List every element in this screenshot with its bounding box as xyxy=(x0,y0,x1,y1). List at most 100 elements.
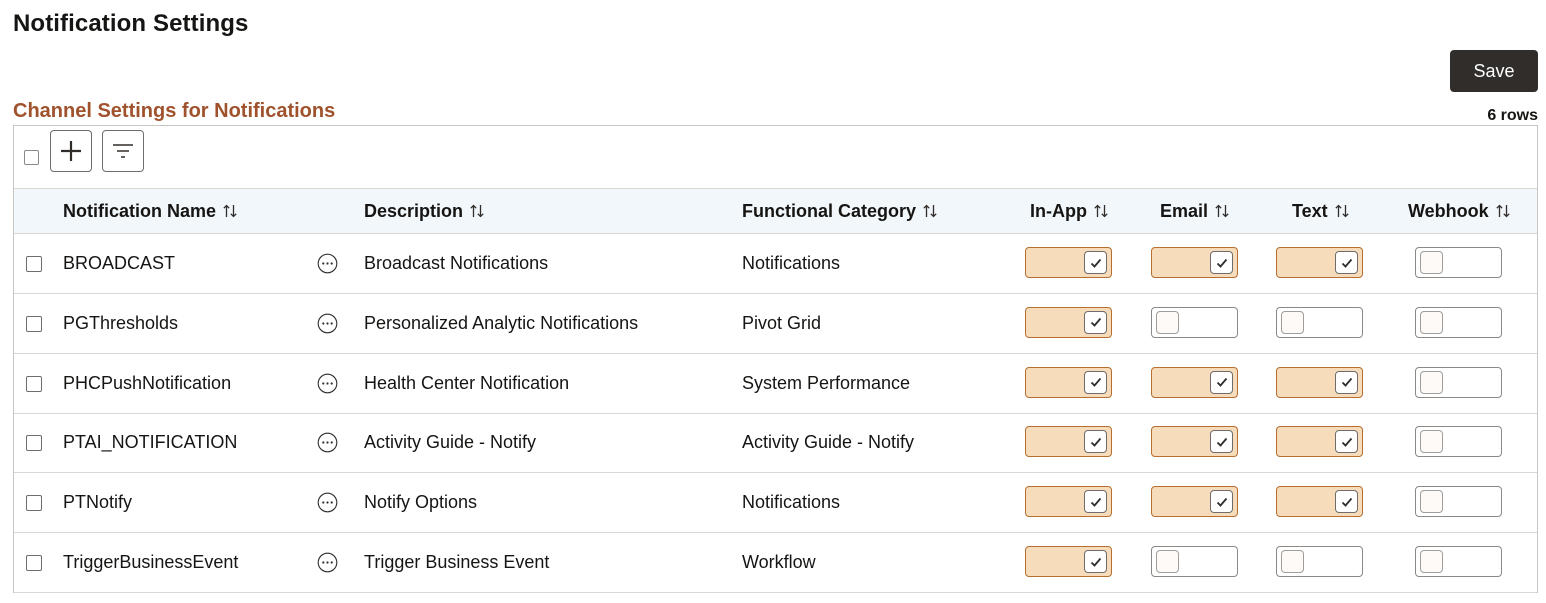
checkmark-icon xyxy=(1084,370,1107,394)
in-app-toggle[interactable] xyxy=(1025,247,1112,278)
functional-category-cell: Notifications xyxy=(742,492,841,513)
checkmark-icon xyxy=(1084,310,1107,334)
more-options-icon[interactable] xyxy=(317,313,338,334)
email-toggle[interactable] xyxy=(1151,247,1238,278)
in-app-toggle[interactable] xyxy=(1025,306,1112,338)
select-all-checkbox[interactable] xyxy=(24,150,39,165)
table-row: PTAI_NOTIFICATION Activity Guide - Notify… xyxy=(14,413,1537,474)
column-header-label: Description xyxy=(364,200,464,221)
in-app-toggle[interactable] xyxy=(1025,546,1112,577)
grid-header-row: Notification Name Description Functional C… xyxy=(14,188,1537,234)
text-toggle[interactable] xyxy=(1276,247,1363,278)
sort-icon[interactable] xyxy=(1093,203,1109,219)
table-row: BROADCAST Broadcast Notifications Notifica… xyxy=(14,234,1537,294)
notification-name-cell: BROADCAST xyxy=(63,253,176,273)
filter-icon xyxy=(113,144,133,158)
row-select-checkbox[interactable] xyxy=(26,435,42,452)
table-row: PTNotify Notify Options Notifications xyxy=(14,473,1537,534)
column-header-email[interactable]: Email xyxy=(1160,189,1230,233)
column-header-text[interactable]: Text xyxy=(1292,189,1350,233)
email-toggle[interactable] xyxy=(1151,546,1238,577)
text-toggle[interactable] xyxy=(1276,306,1363,338)
row-count: 6 rows xyxy=(1487,107,1538,124)
grid-toolbar xyxy=(14,126,1537,188)
webhook-toggle[interactable] xyxy=(1415,247,1502,278)
checkmark-icon xyxy=(1084,490,1107,514)
email-toggle[interactable] xyxy=(1151,426,1238,458)
row-select-checkbox[interactable] xyxy=(26,256,42,272)
text-toggle[interactable] xyxy=(1276,426,1363,458)
checkmark-icon xyxy=(1084,550,1107,573)
sort-icon[interactable] xyxy=(1495,203,1511,219)
add-row-button[interactable] xyxy=(50,130,92,172)
checkmark-icon xyxy=(1335,490,1358,514)
in-app-toggle[interactable] xyxy=(1025,366,1112,398)
table-row: PGThresholds Personalized Analytic Notifi… xyxy=(14,294,1537,354)
text-toggle[interactable] xyxy=(1276,546,1363,577)
notification-name-cell: PTAI_NOTIFICATION xyxy=(63,432,238,453)
sort-icon[interactable] xyxy=(922,203,938,219)
table-row: PHCPushNotification Health Center Notific… xyxy=(14,354,1537,414)
toggle-knob xyxy=(1281,550,1304,573)
sort-icon[interactable] xyxy=(1334,203,1350,219)
webhook-toggle[interactable] xyxy=(1415,426,1502,458)
description-cell: Notify Options xyxy=(364,492,478,513)
notification-name-cell: PGThresholds xyxy=(63,312,179,333)
more-options-icon[interactable] xyxy=(317,432,338,453)
column-header-functional-category[interactable]: Functional Category xyxy=(742,189,938,233)
text-toggle[interactable] xyxy=(1276,366,1363,398)
sort-icon[interactable] xyxy=(222,203,238,219)
checkmark-icon xyxy=(1084,430,1107,454)
description-cell: Health Center Notification xyxy=(364,372,570,393)
checkmark-icon xyxy=(1335,251,1358,274)
toggle-knob xyxy=(1156,550,1179,573)
email-toggle[interactable] xyxy=(1151,366,1238,398)
plus-icon xyxy=(61,141,81,161)
sort-icon[interactable] xyxy=(469,203,485,219)
in-app-toggle[interactable] xyxy=(1025,486,1112,518)
notification-name-cell: PTNotify xyxy=(63,492,133,513)
description-cell: Personalized Analytic Notifications xyxy=(364,312,639,333)
webhook-toggle[interactable] xyxy=(1415,366,1502,398)
more-options-icon[interactable] xyxy=(317,253,338,274)
functional-category-cell: Workflow xyxy=(742,552,816,572)
page-title: Notification Settings xyxy=(13,10,249,37)
webhook-toggle[interactable] xyxy=(1415,546,1502,577)
toggle-knob xyxy=(1420,430,1443,454)
notification-name-cell: TriggerBusinessEvent xyxy=(63,552,239,572)
text-toggle[interactable] xyxy=(1276,486,1363,518)
notification-name-cell: PHCPushNotification xyxy=(63,372,232,393)
column-header-label: In-App xyxy=(1030,200,1087,221)
email-toggle[interactable] xyxy=(1151,306,1238,338)
save-button[interactable]: Save xyxy=(1450,50,1538,92)
column-header-in-app[interactable]: In-App xyxy=(1030,189,1109,233)
column-header-label: Text xyxy=(1292,200,1328,221)
webhook-toggle[interactable] xyxy=(1415,306,1502,338)
more-options-icon[interactable] xyxy=(317,552,338,573)
toggle-knob xyxy=(1420,310,1443,334)
more-options-icon[interactable] xyxy=(317,492,338,513)
checkmark-icon xyxy=(1335,370,1358,394)
row-select-checkbox[interactable] xyxy=(26,315,42,332)
checkmark-icon xyxy=(1210,251,1233,274)
checkmark-icon xyxy=(1210,370,1233,394)
column-header-description[interactable]: Description xyxy=(364,189,485,233)
sort-icon[interactable] xyxy=(1214,203,1230,219)
filter-button[interactable] xyxy=(102,130,144,172)
row-select-checkbox[interactable] xyxy=(26,555,42,571)
toggle-knob xyxy=(1420,550,1443,573)
webhook-toggle[interactable] xyxy=(1415,486,1502,518)
column-header-webhook[interactable]: Webhook xyxy=(1408,189,1511,233)
row-select-checkbox[interactable] xyxy=(26,495,42,512)
more-options-icon[interactable] xyxy=(317,373,338,394)
in-app-toggle[interactable] xyxy=(1025,426,1112,458)
column-header-label: Notification Name xyxy=(63,200,217,221)
row-select-checkbox[interactable] xyxy=(26,375,42,392)
column-header-label: Email xyxy=(1160,200,1209,221)
email-toggle[interactable] xyxy=(1151,486,1238,518)
checkmark-icon xyxy=(1084,251,1107,274)
functional-category-cell: Pivot Grid xyxy=(742,312,822,333)
description-cell: Trigger Business Event xyxy=(364,552,550,572)
toggle-knob xyxy=(1420,251,1443,274)
column-header-notification-name[interactable]: Notification Name xyxy=(63,189,238,233)
